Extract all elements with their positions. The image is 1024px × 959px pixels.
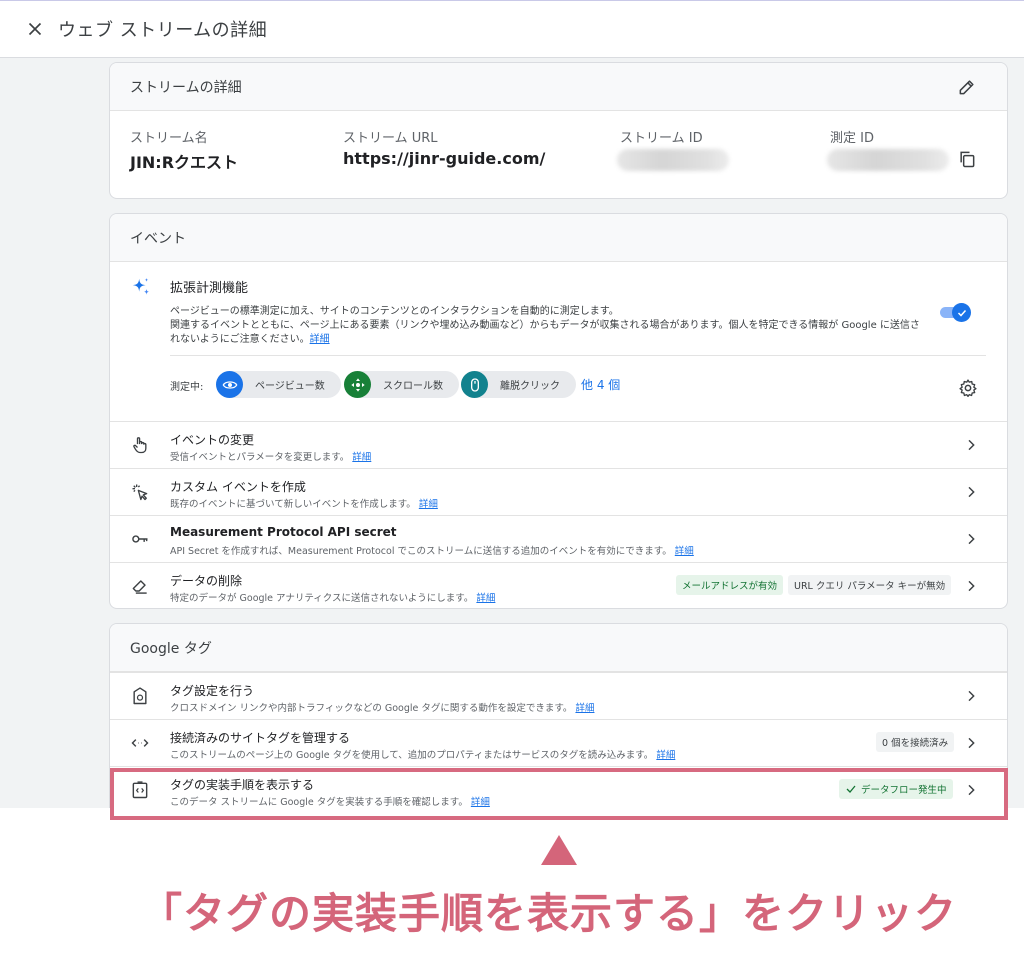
enhanced-measurement: 拡張計測機能 ページビューの標準測定に加え、サイトのコンテンツとのインタラクショ… [110,263,1007,423]
key-icon [132,535,148,543]
stream-details-card: ストリームの詳細 ストリーム名 JIN:Rクエスト ストリーム URL http… [109,62,1008,199]
gear-icon[interactable] [958,378,978,398]
row-description: クロスドメイン リンクや内部トラフィックなどの Google タグに関する動作を… [170,700,594,714]
row-description: 受信イベントとパラメータを変更します。 詳細 [170,449,371,463]
chevron-right-icon [968,737,975,749]
chevron-right-icon [968,486,975,498]
up-arrow-icon [541,835,577,865]
pencil-icon[interactable] [957,77,977,97]
row-description-text: API Secret を作成すれば、Measurement Protocol で… [170,546,672,557]
row-details-link[interactable]: 詳細 [419,499,438,510]
stream-details-header: ストリームの詳細 [110,63,1007,111]
row-measurement-protocol[interactable]: Measurement Protocol API secret API Secr… [110,515,1007,562]
enhanced-details-link[interactable]: 詳細 [310,334,330,345]
enhanced-desc-line-3: れないようにご注意ください。 [170,334,310,345]
row-details-link[interactable]: 詳細 [656,750,675,761]
top-bar: ウェブ ストリームの詳細 [0,1,1024,58]
events-title: イベント [130,230,186,247]
row-description: このストリームのページ上の Google タグを使用して、追加のプロパティまたは… [170,747,675,761]
page-title: ウェブ ストリームの詳細 [58,20,268,41]
code-icon [131,739,149,747]
row-title: タグ設定を行う [170,684,255,698]
chevron-right-icon [968,580,975,592]
enhanced-measurement-title: 拡張計測機能 [170,281,249,296]
row-connected-site-tags[interactable]: 接続済みのサイトタグを管理する このストリームのページ上の Google タグを… [110,719,1007,766]
stream-name-label: ストリーム名 [130,131,208,146]
row-description-text: 受信イベントとパラメータを変更します。 [170,452,350,463]
row-data-redaction[interactable]: データの削除 特定のデータが Google アナリティクスに送信されないようにし… [110,562,1007,608]
more-events-link[interactable]: 他 4 個 [581,376,620,393]
row-title: Measurement Protocol API secret [170,525,397,539]
row-description: API Secret を作成すれば、Measurement Protocol で… [170,543,694,557]
touch-icon [133,437,147,454]
analytics-panel: ウェブ ストリームの詳細 ストリームの詳細 ストリーム名 JIN:Rクエスト ス… [0,0,1024,808]
chevron-right-icon [968,690,975,702]
events-card: イベント 拡張計測機能 ページビューの標準測定に加え、サイトのコンテンツとのイン… [109,213,1008,609]
sparkle-icon [132,277,150,295]
row-title: イベントの変更 [170,433,255,447]
chip-page-views[interactable]: ページビュー数 [216,371,341,398]
row-description: 既存のイベントに基づいて新しいイベントを作成します。 詳細 [170,496,438,510]
measuring-label: 測定中: [170,382,204,393]
row-description-text: 既存のイベントに基づいて新しいイベントを作成します。 [170,499,416,510]
close-icon[interactable] [24,18,46,40]
connected-count-badge: 0 個を接続済み [876,732,955,752]
chip-label: スクロール数 [383,381,443,392]
instruction-caption: 「タグの実装手順を表示する」をクリック [140,889,958,938]
row-details-link[interactable]: 詳細 [575,703,594,714]
stream-name-value: JIN:Rクエスト [130,153,239,172]
enhanced-desc-line-2: 関連するイベントとともに、ページ上にある要素（リンクや埋め込み動画など）からもデ… [170,320,920,331]
stream-details-title: ストリームの詳細 [130,79,242,96]
copy-icon[interactable] [957,149,977,169]
row-details-link[interactable]: 詳細 [675,546,694,557]
row-description: 特定のデータが Google アナリティクスに送信されないようにします。 詳細 [170,590,495,604]
email-status-badge: メールアドレスが有効 [676,575,784,595]
measurement-id-redacted [827,149,949,171]
row-title: データの削除 [170,574,243,588]
chip-scrolls[interactable]: スクロール数 [344,371,459,398]
enhanced-desc-line-1: ページビューの標準測定に加え、サイトのコンテンツとのインタラクションを自動的に測… [170,306,619,317]
row-title: 接続済みのサイトタグを管理する [170,731,351,745]
chevron-right-icon [968,439,975,451]
chip-label: 離脱クリック [500,381,560,392]
google-tag-header: Google タグ [110,624,1007,672]
enhanced-measurement-description: ページビューの標準測定に加え、サイトのコンテンツとのインタラクションを自動的に測… [170,305,940,347]
eye-icon [216,371,243,398]
measurement-id-label: 測定 ID [830,131,874,146]
row-details-link[interactable]: 詳細 [352,452,371,463]
stream-id-label: ストリーム ID [620,131,703,146]
row-details-link[interactable]: 詳細 [476,593,495,604]
row-description-text: このストリームのページ上の Google タグを使用して、追加のプロパティまたは… [170,750,654,761]
eraser-icon [132,580,147,594]
row-title: カスタム イベントを作成 [170,480,306,494]
enhanced-measurement-toggle[interactable] [940,303,971,322]
highlight-frame [110,768,1008,820]
row-modify-events[interactable]: イベントの変更 受信イベントとパラメータを変更します。 詳細 [110,421,1007,468]
tag-settings-icon [133,687,147,705]
chevron-right-icon [968,533,975,545]
row-description-text: クロスドメイン リンクや内部トラフィックなどの Google タグに関する動作を… [170,703,573,714]
row-description-text: 特定のデータが Google アナリティクスに送信されないようにします。 [170,593,474,604]
toggle-knob [952,303,971,322]
check-icon [957,309,966,317]
stream-id-redacted [617,149,729,171]
google-tag-title: Google タグ [130,640,212,657]
chip-label: ページビュー数 [255,381,325,392]
divider [170,355,986,356]
stream-url-label: ストリーム URL [343,131,438,146]
row-create-custom-event[interactable]: カスタム イベントを作成 既存のイベントに基づいて新しいイベントを作成します。 … [110,468,1007,515]
url-query-status-badge: URL クエリ パラメータ キーが無効 [788,575,952,595]
row-tag-settings[interactable]: タグ設定を行う クロスドメイン リンクや内部トラフィックなどの Google タ… [110,672,1007,719]
cursor-click-icon [132,484,148,501]
mouse-icon [461,371,488,398]
scroll-icon [344,371,371,398]
stream-url-value: https://jinr-guide.com/ [343,149,546,168]
chip-outbound-clicks[interactable]: 離脱クリック [461,371,576,398]
events-header: イベント [110,214,1007,262]
